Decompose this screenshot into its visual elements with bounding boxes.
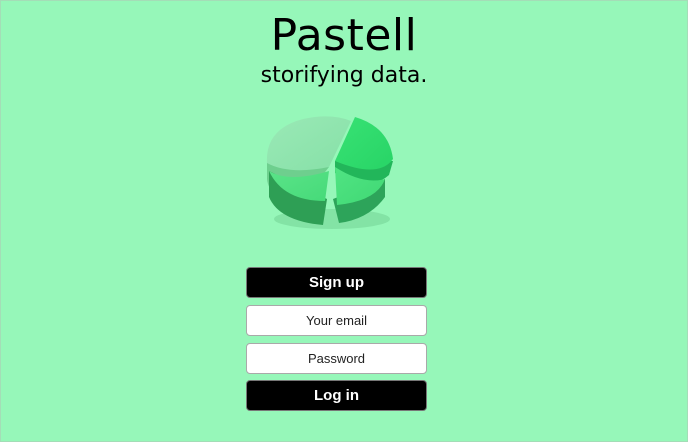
pie-chart-icon — [266, 116, 393, 229]
app-title: Pastell — [270, 10, 418, 61]
login-button[interactable]: Log in — [246, 380, 427, 411]
app-tagline: storifying data. — [260, 63, 428, 88]
landing-page: Pastell storifying data. Sign up Your em… — [0, 0, 688, 442]
password-field[interactable] — [246, 343, 427, 374]
email-field[interactable] — [246, 305, 427, 336]
auth-form: Sign up Log in — [246, 267, 427, 411]
signup-button[interactable]: Sign up — [246, 267, 427, 298]
brand-header: Pastell storifying data. — [1, 9, 687, 89]
